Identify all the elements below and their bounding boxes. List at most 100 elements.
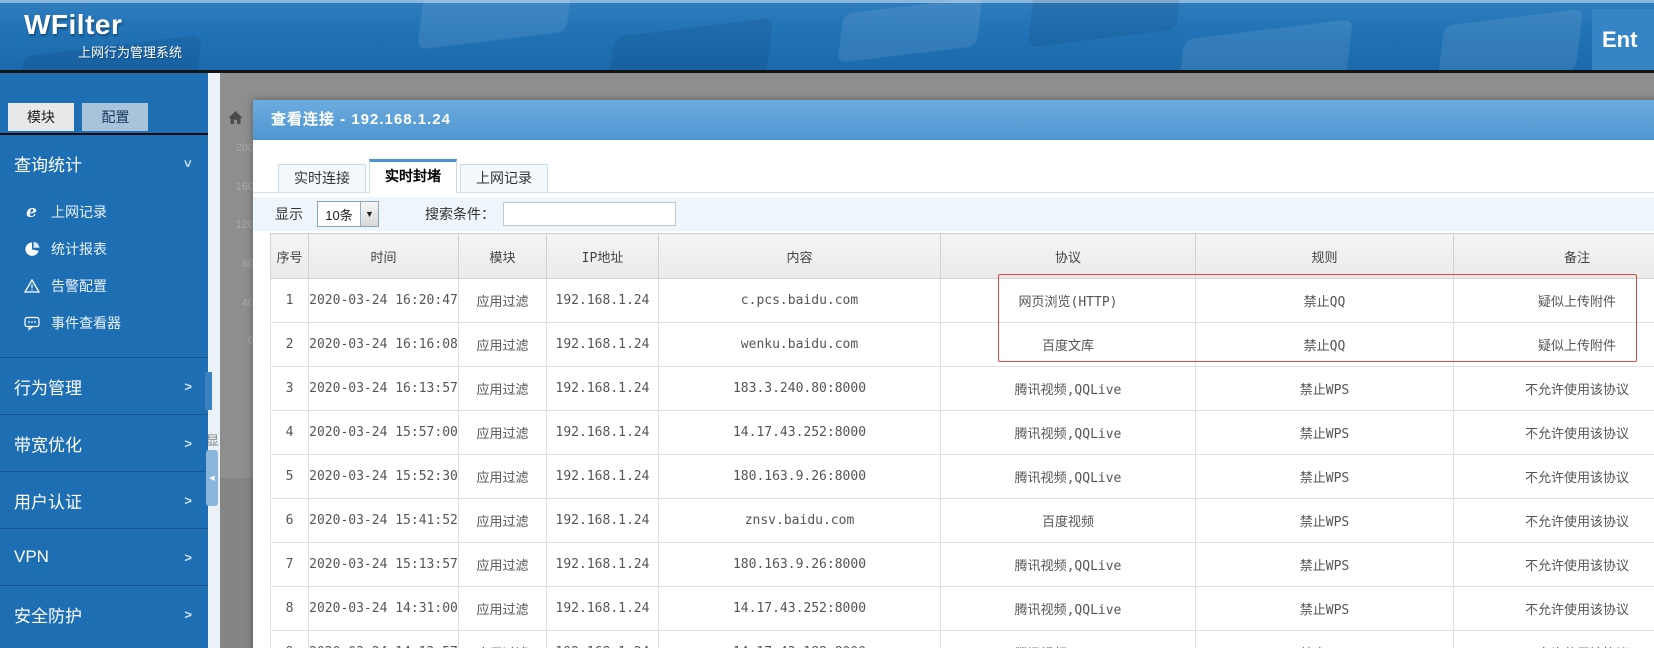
app-header: WFilter 上网行为管理系统 Ent	[0, 0, 1654, 70]
table-cell: 腾讯视频,QQLive	[941, 631, 1196, 648]
table-cell: 6	[271, 499, 309, 543]
table-cell: 192.168.1.24	[547, 631, 659, 648]
sidebar-item-label: 安全防护	[14, 602, 82, 627]
sidebar-tab-modules[interactable]: 模块	[8, 103, 74, 131]
dialog-tab-realtime-connections[interactable]: 实时连接	[278, 164, 366, 192]
keyboard-decoration	[838, 0, 983, 63]
sidebar-item-vpn[interactable]: VPN>	[0, 528, 208, 585]
table-cell: 禁止WPS	[1196, 543, 1454, 587]
table-cell: 禁止WPS	[1196, 631, 1454, 648]
sidebar-subitem-web-records[interactable]: e上网记录	[0, 193, 208, 230]
background-axis-label: 120	[226, 219, 254, 258]
app-logo: WFilter	[24, 9, 122, 41]
table-cell: 腾讯视频,QQLive	[941, 543, 1196, 587]
chevron-right-icon: >	[184, 379, 192, 394]
table-cell: 禁止WPS	[1196, 411, 1454, 455]
sidebar-item-query-stats[interactable]: 查询统计>	[0, 135, 208, 191]
sidebar-item-behavior-mgmt[interactable]: 行为管理 >	[0, 357, 208, 414]
table-cell: 应用过滤	[459, 411, 547, 455]
table-cell: 1	[271, 279, 309, 323]
ie-icon: e	[22, 205, 41, 219]
search-input[interactable]	[503, 202, 676, 226]
table-cell: 应用过滤	[459, 543, 547, 587]
table-cell: 应用过滤	[459, 499, 547, 543]
background-chart-bar	[205, 372, 212, 410]
keyboard-decoration	[1027, 0, 1183, 48]
sidebar-item-label: 带宽优化	[14, 431, 82, 456]
dialog-controls: 显示 10条 ▼ 搜索条件：	[253, 197, 1654, 231]
background-axis-label: 80	[226, 258, 254, 297]
table-row: 72020-03-24 15:13:57应用过滤192.168.1.24180.…	[271, 543, 1654, 587]
table-cell: 192.168.1.24	[547, 499, 659, 543]
table-cell: 应用过滤	[459, 587, 547, 631]
background-partial-text: 显	[206, 430, 219, 449]
sidebar-item-user-auth[interactable]: 用户认证 >	[0, 471, 208, 528]
sidebar-item-label: 用户认证	[14, 488, 82, 513]
table-cell: 禁止QQ	[1196, 323, 1454, 367]
background-axis-label: 160	[226, 181, 254, 220]
page-size-select[interactable]: 10条 ▼	[317, 201, 379, 227]
table-cell: 192.168.1.24	[547, 587, 659, 631]
table-cell: 3	[271, 367, 309, 411]
sidebar-item-label: 行为管理	[14, 374, 82, 399]
table-cell: 2020-03-24 16:20:47	[309, 279, 459, 323]
sidebar-subitem-event-viewer[interactable]: 事件查看器	[0, 304, 208, 341]
alert-triangle-icon	[22, 278, 41, 294]
column-header: 协议	[941, 234, 1196, 279]
table-cell: 2	[271, 323, 309, 367]
table-cell: 不允许使用该协议	[1454, 367, 1654, 411]
column-header: 模块	[459, 234, 547, 279]
table-cell: 14.17.43.252:8000	[659, 587, 941, 631]
table-cell: 不允许使用该协议	[1454, 411, 1654, 455]
keyboard-decoration	[1177, 19, 1353, 70]
sidebar-subitem-stats-report[interactable]: 统计报表	[0, 230, 208, 267]
table-cell: 禁止WPS	[1196, 499, 1454, 543]
sidebar-tab-config[interactable]: 配置	[82, 103, 148, 131]
table-cell: 183.3.240.80:8000	[659, 367, 941, 411]
select-dropdown-icon[interactable]: ▼	[360, 202, 378, 226]
background-axis-label: 0	[226, 335, 254, 374]
table-row: 42020-03-24 15:57:00应用过滤192.168.1.2414.1…	[271, 411, 1654, 455]
table-row: 32020-03-24 16:13:57应用过滤192.168.1.24183.…	[271, 367, 1654, 411]
table-cell: 百度视频	[941, 499, 1196, 543]
sidebar-item-bandwidth-opt[interactable]: 带宽优化>	[0, 414, 208, 471]
chevron-right-icon: >	[184, 493, 192, 508]
page-size-value: 10条	[318, 205, 360, 224]
table-cell: 不允许使用该协议	[1454, 499, 1654, 543]
table-cell: 14.17.43.252:8000	[659, 411, 941, 455]
column-header: 内容	[659, 234, 941, 279]
table-cell: 禁止WPS	[1196, 587, 1454, 631]
sidebar-subitem-label: 事件查看器	[51, 313, 121, 333]
table-row: 52020-03-24 15:52:30应用过滤192.168.1.24180.…	[271, 455, 1654, 499]
sidebar: 模块 配置 查询统计>e上网记录统计报表告警配置事件查看器行为管理>带宽优化>用…	[0, 73, 208, 648]
table-row: 22020-03-24 16:16:08应用过滤192.168.1.24wenk…	[271, 323, 1654, 367]
table-cell: 192.168.1.24	[547, 323, 659, 367]
background-axis-label: 200	[226, 142, 254, 181]
sidebar-subitem-alert-config[interactable]: 告警配置	[0, 267, 208, 304]
table-cell: 2020-03-24 15:52:30	[309, 455, 459, 499]
column-header: 规则	[1196, 234, 1454, 279]
background-axis-label: 40	[226, 297, 254, 336]
column-header: 序号	[271, 234, 309, 279]
table-cell: 不允许使用该协议	[1454, 631, 1654, 648]
table-cell: 7	[271, 543, 309, 587]
column-header: 备注	[1454, 234, 1654, 279]
table-cell: 2020-03-24 16:16:08	[309, 323, 459, 367]
search-label: 搜索条件：	[425, 204, 495, 224]
chevron-right-icon: >	[184, 550, 192, 565]
home-icon	[227, 110, 244, 126]
column-header: 时间	[309, 234, 459, 279]
sidebar-tabs: 模块 配置	[0, 73, 208, 133]
table-cell: 腾讯视频,QQLive	[941, 367, 1196, 411]
dialog-tab-realtime-blocking[interactable]: 实时封堵	[369, 159, 457, 193]
table-cell: 2020-03-24 16:13:57	[309, 367, 459, 411]
sidebar-collapse-handle[interactable]: ◀	[206, 450, 218, 506]
table-cell: 2020-03-24 15:57:00	[309, 411, 459, 455]
table-cell: 应用过滤	[459, 367, 547, 411]
dialog-tab-web-records[interactable]: 上网记录	[460, 164, 548, 192]
sidebar-item-security[interactable]: 安全防护>	[0, 585, 208, 642]
table-header-row: 序号时间模块IP地址内容协议规则备注	[271, 234, 1654, 279]
table-cell: 192.168.1.24	[547, 279, 659, 323]
table-cell: 2020-03-24 14:13:57	[309, 631, 459, 648]
table-cell: 应用过滤	[459, 323, 547, 367]
